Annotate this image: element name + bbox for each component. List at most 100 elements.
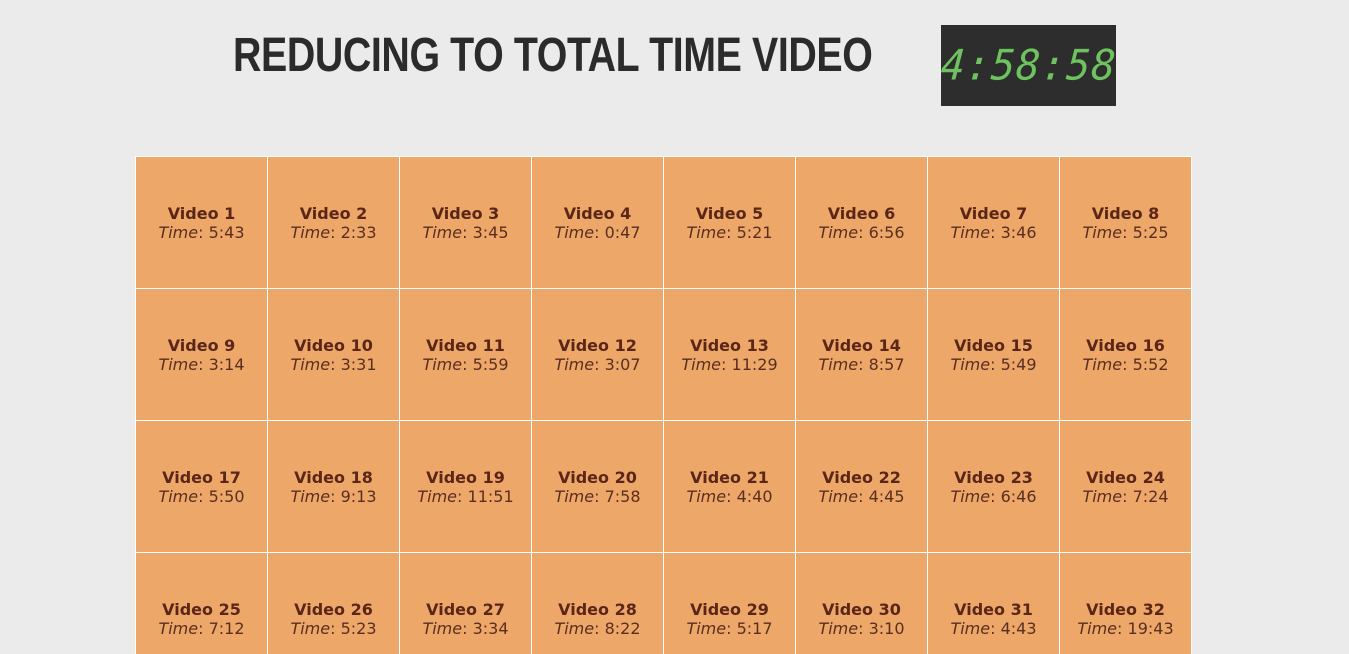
video-tile[interactable]: Video 22 Time: 4:45 (796, 421, 927, 552)
time-label: Time (422, 354, 463, 374)
video-time: Time: 5:21 (686, 222, 773, 242)
video-name: Video 17 (162, 467, 241, 487)
video-tile[interactable]: Video 13 Time: 11:29 (664, 289, 795, 420)
time-label: Time (950, 486, 991, 506)
time-label: Time (1082, 222, 1123, 242)
video-name: Video 14 (822, 335, 901, 355)
video-tile[interactable]: Video 9 Time: 3:14 (136, 289, 267, 420)
video-tile[interactable]: Video 26 Time: 5:23 (268, 553, 399, 654)
video-time: Time: 5:49 (950, 354, 1037, 374)
time-label: Time (686, 618, 727, 638)
video-tile[interactable]: Video 31 Time: 4:43 (928, 553, 1059, 654)
video-tile[interactable]: Video 23 Time: 6:46 (928, 421, 1059, 552)
video-name: Video 10 (294, 335, 373, 355)
video-tile[interactable]: Video 20 Time: 7:58 (532, 421, 663, 552)
video-tile[interactable]: Video 12 Time: 3:07 (532, 289, 663, 420)
video-time: Time: 3:34 (422, 618, 509, 638)
video-tile[interactable]: Video 11 Time: 5:59 (400, 289, 531, 420)
time-label: Time (554, 222, 595, 242)
video-tile[interactable]: Video 24 Time: 7:24 (1060, 421, 1191, 552)
video-name: Video 5 (695, 203, 764, 223)
video-tile[interactable]: Video 18 Time: 9:13 (268, 421, 399, 552)
time-label: Time (686, 486, 727, 506)
video-time: Time: 6:46 (950, 486, 1037, 506)
video-tile[interactable]: Video 14 Time: 8:57 (796, 289, 927, 420)
time-label: Time (554, 354, 595, 374)
video-tile[interactable]: Video 1 Time: 5:43 (136, 157, 267, 288)
video-tile[interactable]: Video 17 Time: 5:50 (136, 421, 267, 552)
video-tile[interactable]: Video 8 Time: 5:25 (1060, 157, 1191, 288)
video-name: Video 18 (294, 467, 373, 487)
time-value: 6:56 (868, 222, 905, 242)
video-name: Video 28 (558, 599, 637, 619)
video-name: Video 25 (162, 599, 241, 619)
time-value: 8:22 (604, 618, 641, 638)
video-tile[interactable]: Video 16 Time: 5:52 (1060, 289, 1191, 420)
video-tile[interactable]: Video 21 Time: 4:40 (664, 421, 795, 552)
video-tile[interactable]: Video 4 Time: 0:47 (532, 157, 663, 288)
time-value: 5:49 (1000, 354, 1037, 374)
video-tile[interactable]: Video 32 Time: 19:43 (1060, 553, 1191, 654)
time-label: Time (158, 486, 199, 506)
time-label: Time (681, 354, 722, 374)
total-time-value: 4:58:58 (939, 41, 1118, 90)
time-value: 3:14 (208, 354, 245, 374)
video-name: Video 29 (690, 599, 769, 619)
video-time: Time: 5:52 (1082, 354, 1169, 374)
time-label: Time (158, 222, 199, 242)
video-time: Time: 11:29 (681, 354, 778, 374)
video-tile[interactable]: Video 5 Time: 5:21 (664, 157, 795, 288)
video-grid: Video 1 Time: 5:43 Video 2 Time: 2:33 Video … (135, 156, 1192, 654)
video-time: Time: 7:58 (554, 486, 641, 506)
time-value: 5:50 (208, 486, 245, 506)
video-tile[interactable]: Video 7 Time: 3:46 (928, 157, 1059, 288)
video-name: Video 16 (1086, 335, 1165, 355)
video-tile[interactable]: Video 28 Time: 8:22 (532, 553, 663, 654)
video-tile[interactable]: Video 2 Time: 2:33 (268, 157, 399, 288)
video-time: Time: 3:14 (158, 354, 245, 374)
video-tile[interactable]: Video 3 Time: 3:45 (400, 157, 531, 288)
time-label: Time (950, 222, 991, 242)
video-name: Video 20 (558, 467, 637, 487)
time-label: Time (290, 222, 331, 242)
video-name: Video 2 (299, 203, 368, 223)
time-value: 5:52 (1132, 354, 1169, 374)
time-value: 3:45 (472, 222, 509, 242)
time-value: 8:57 (868, 354, 905, 374)
video-name: Video 15 (954, 335, 1033, 355)
video-tile[interactable]: Video 19 Time: 11:51 (400, 421, 531, 552)
video-time: Time: 11:51 (417, 486, 514, 506)
time-value: 5:25 (1132, 222, 1169, 242)
time-value: 7:12 (208, 618, 245, 638)
video-tile[interactable]: Video 27 Time: 3:34 (400, 553, 531, 654)
video-tile[interactable]: Video 30 Time: 3:10 (796, 553, 927, 654)
video-name: Video 27 (426, 599, 505, 619)
time-value: 4:45 (868, 486, 905, 506)
video-time: Time: 5:17 (686, 618, 773, 638)
video-tile[interactable]: Video 29 Time: 5:17 (664, 553, 795, 654)
video-tile[interactable]: Video 10 Time: 3:31 (268, 289, 399, 420)
video-tile[interactable]: Video 25 Time: 7:12 (136, 553, 267, 654)
video-time: Time: 5:50 (158, 486, 245, 506)
time-label: Time (686, 222, 727, 242)
video-time: Time: 3:46 (950, 222, 1037, 242)
time-label: Time (290, 486, 331, 506)
video-name: Video 32 (1086, 599, 1165, 619)
time-value: 5:43 (208, 222, 245, 242)
video-time: Time: 5:43 (158, 222, 245, 242)
video-name: Video 3 (431, 203, 500, 223)
video-name: Video 1 (167, 203, 236, 223)
time-value: 3:46 (1000, 222, 1037, 242)
time-value: 7:58 (604, 486, 641, 506)
page: REDUCING TO TOTAL TIME VIDEO 4:58:58 Vid… (0, 0, 1349, 654)
video-name: Video 4 (563, 203, 632, 223)
video-tile[interactable]: Video 15 Time: 5:49 (928, 289, 1059, 420)
time-value: 2:33 (340, 222, 377, 242)
video-time: Time: 5:25 (1082, 222, 1169, 242)
time-label: Time (1077, 618, 1118, 638)
time-value: 4:43 (1000, 618, 1037, 638)
time-label: Time (818, 222, 859, 242)
video-name: Video 11 (426, 335, 505, 355)
video-tile[interactable]: Video 6 Time: 6:56 (796, 157, 927, 288)
video-time: Time: 7:24 (1082, 486, 1169, 506)
